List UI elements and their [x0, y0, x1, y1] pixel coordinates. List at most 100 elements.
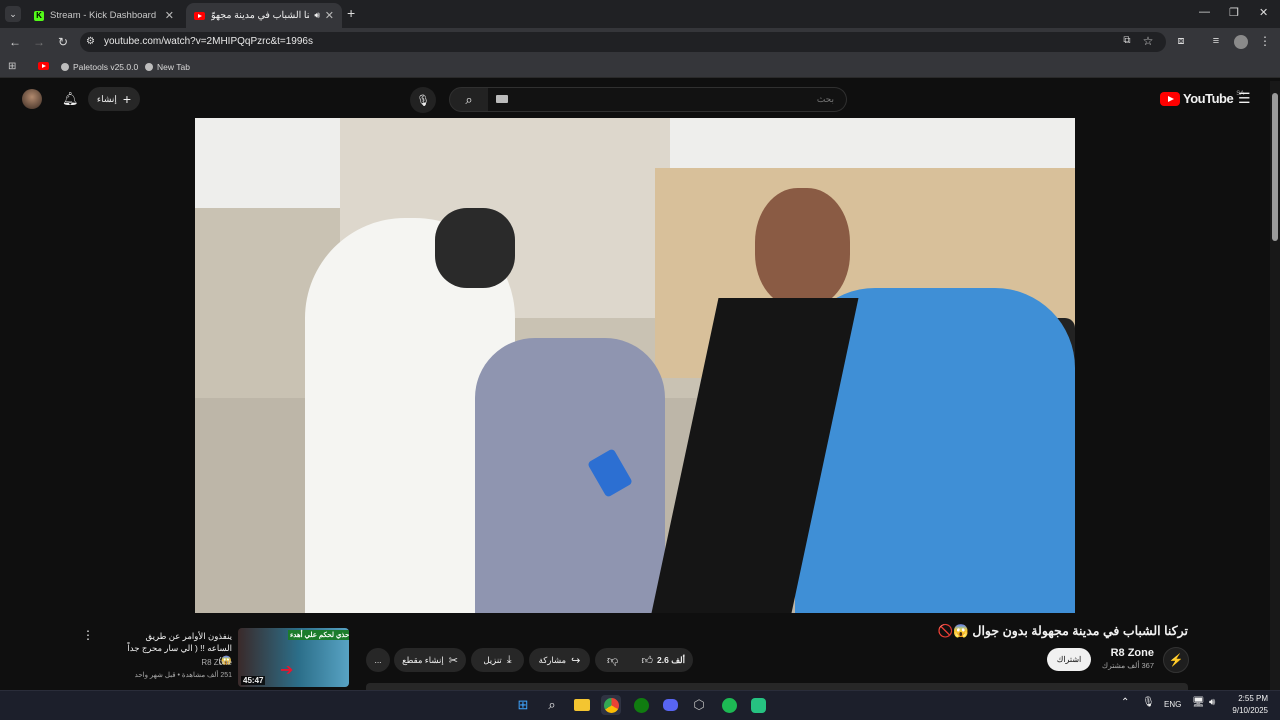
globe-icon — [145, 63, 153, 71]
clock-date[interactable]: 9/10/2025 — [1226, 706, 1268, 715]
thumbnail-arrow-icon: ➔ — [280, 662, 294, 679]
bookmark-star-icon[interactable]: ☆ — [1140, 34, 1156, 48]
share-icon: ↪ — [571, 654, 581, 667]
channel-name[interactable]: R8 Zone — [1111, 647, 1154, 659]
clock-time[interactable]: 2:55 PM — [1238, 694, 1268, 703]
reload-icon[interactable]: ↻ — [55, 35, 71, 49]
tray-mic-icon[interactable]: 🎙︎ — [1142, 697, 1155, 708]
chrome-icon[interactable] — [601, 695, 621, 715]
search-button[interactable]: ⌕ — [449, 87, 489, 112]
tab-title: Stream - Kick Dashboard — [50, 10, 157, 21]
subscribe-button[interactable]: اشتراك — [1047, 648, 1091, 671]
chat-app-icon[interactable] — [748, 695, 768, 715]
file-explorer-icon[interactable] — [572, 695, 592, 715]
kick-icon: K — [34, 10, 44, 21]
comments-preview-bar[interactable] — [366, 683, 1188, 690]
next-video-channel: R8 Zone — [201, 658, 232, 667]
chrome-menu-icon[interactable]: ⋮ — [1257, 34, 1273, 48]
xbox-icon[interactable] — [631, 695, 651, 715]
next-video-meta: 251 ألف مشاهدة • قبل شهر واحد — [134, 672, 232, 679]
next-video-thumbnail[interactable]: احذي لحكم علي أهدء!! ➔ 45:47 — [238, 628, 349, 687]
site-info-icon[interactable]: ⚙ — [86, 36, 95, 47]
app-icon[interactable]: ⬡ — [689, 695, 709, 715]
restore-icon[interactable]: ❐ — [1229, 6, 1239, 19]
share-label: مشاركة — [538, 654, 567, 665]
thumbnail-text: احذي لحكم علي أهدء!! — [288, 630, 349, 640]
like-count: 2.6 ألف — [657, 654, 685, 665]
close-window-icon[interactable]: ✕ — [1259, 6, 1268, 19]
account-avatar[interactable] — [22, 89, 42, 109]
youtube-play-icon — [1160, 91, 1180, 106]
plus-icon: + — [122, 91, 132, 107]
minimize-icon[interactable]: — — [1199, 6, 1210, 18]
guide-menu-icon[interactable]: ☰ — [1238, 90, 1251, 107]
subscriber-count: 367 ألف مشترك — [1101, 661, 1154, 670]
close-tab-icon[interactable]: ✕ — [325, 9, 334, 22]
youtube-logo-text: YouTube — [1183, 91, 1234, 106]
clip-button[interactable]: إنشاء مقطع ✂ — [394, 648, 466, 672]
channel-logo-icon: ⚡ — [1168, 653, 1184, 667]
search-icon: ⌕ — [465, 91, 473, 107]
youtube-favicon-icon — [38, 62, 49, 70]
search-input[interactable]: بحث — [488, 87, 847, 112]
like-button[interactable]: 👍︎ 2.6 ألف — [642, 654, 685, 667]
voice-search-icon[interactable]: 🎙︎ — [410, 87, 436, 113]
dislike-icon[interactable]: 👎︎ — [607, 654, 618, 667]
more-horizontal-icon: ... — [374, 655, 382, 665]
forward-icon[interactable]: → — [31, 35, 47, 49]
cast-icon[interactable]: ⧉ — [1119, 35, 1135, 46]
download-button[interactable]: تنزيل ⤓ — [471, 648, 524, 672]
bookmark-label: Paletools v25.0.0 — [73, 62, 139, 72]
tab-kick-dashboard[interactable]: K Stream - Kick Dashboard ✕ — [26, 3, 182, 28]
video-title: تركنا الشباب في مدينة مجهولة بدون جوال 😱… — [937, 624, 1188, 638]
create-button[interactable]: إنشاء + — [88, 87, 140, 111]
new-tab-icon[interactable]: + — [347, 5, 355, 21]
like-icon: 👍︎ — [641, 654, 654, 667]
video-player[interactable] — [195, 118, 1075, 613]
search-placeholder: بحث — [816, 94, 834, 104]
bookmark-paletools[interactable]: Paletools v25.0.0 — [61, 62, 138, 72]
download-label: تنزيل — [483, 654, 502, 665]
bookmark-new-tab[interactable]: New Tab — [145, 62, 190, 72]
tray-overflow-icon[interactable]: ⌃ — [1121, 697, 1129, 708]
notifications-bell-icon[interactable]: 🔔︎ — [62, 91, 79, 107]
spotify-icon[interactable] — [719, 695, 739, 715]
network-icon[interactable]: 🖥︎ — [1192, 697, 1205, 708]
next-video-menu-icon[interactable]: ⋮ — [82, 628, 94, 642]
language-indicator[interactable]: ENG — [1164, 700, 1181, 709]
reading-list-icon[interactable]: ≡ — [1208, 35, 1224, 47]
share-button[interactable]: مشاركة ↪ — [529, 648, 590, 672]
tab-title: تركنا الشباب في مدينة مجهوّ — [211, 10, 309, 21]
create-label: إنشاء — [96, 93, 117, 104]
keyboard-icon[interactable] — [496, 95, 508, 103]
video-person-1-head — [435, 208, 515, 288]
video-person-2 — [475, 338, 665, 613]
apps-grid-icon[interactable]: ⊞ — [8, 61, 16, 72]
close-tab-icon[interactable]: ✕ — [165, 9, 174, 22]
profile-avatar[interactable] — [1234, 35, 1248, 49]
youtube-favicon-icon — [194, 11, 205, 20]
discord-icon[interactable] — [660, 695, 680, 715]
tab-youtube-video[interactable]: تركنا الشباب في مدينة مجهوّ 🔊︎ ✕ — [186, 3, 342, 28]
audio-playing-icon[interactable]: 🔊︎ — [314, 10, 320, 21]
url-text[interactable]: youtube.com/watch?v=2MHIPQqPzrc&t=1996s — [104, 36, 313, 47]
extensions-icon[interactable]: ⧈ — [1173, 35, 1189, 48]
clip-label: إنشاء مقطع — [402, 654, 444, 665]
youtube-logo[interactable]: YouTube SA — [1160, 91, 1244, 106]
like-dislike-group: 👍︎ 2.6 ألف 👎︎ — [595, 648, 693, 672]
back-icon[interactable]: ← — [7, 35, 23, 49]
bookmark-label: New Tab — [157, 62, 190, 72]
more-actions-button[interactable]: ... — [366, 648, 390, 672]
bookmark-youtube[interactable] — [38, 62, 59, 70]
page-scrollbar-thumb[interactable] — [1272, 93, 1278, 241]
bookmarks-bar — [0, 56, 1280, 78]
tab-search-button[interactable]: ⌄ — [5, 6, 21, 22]
download-icon: ⤓ — [506, 653, 512, 666]
scissors-icon: ✂ — [448, 654, 458, 667]
browser-tab-strip: ⌄ K Stream - Kick Dashboard ✕ تركنا الشب… — [0, 0, 1280, 28]
video-duration: 45:47 — [241, 676, 266, 685]
start-windows-icon[interactable]: ⊞ — [513, 695, 533, 715]
volume-icon[interactable]: 🔊︎ — [1209, 697, 1215, 708]
channel-avatar[interactable]: ⚡ — [1163, 647, 1189, 673]
taskbar-search-icon[interactable]: ⌕ — [542, 695, 562, 715]
